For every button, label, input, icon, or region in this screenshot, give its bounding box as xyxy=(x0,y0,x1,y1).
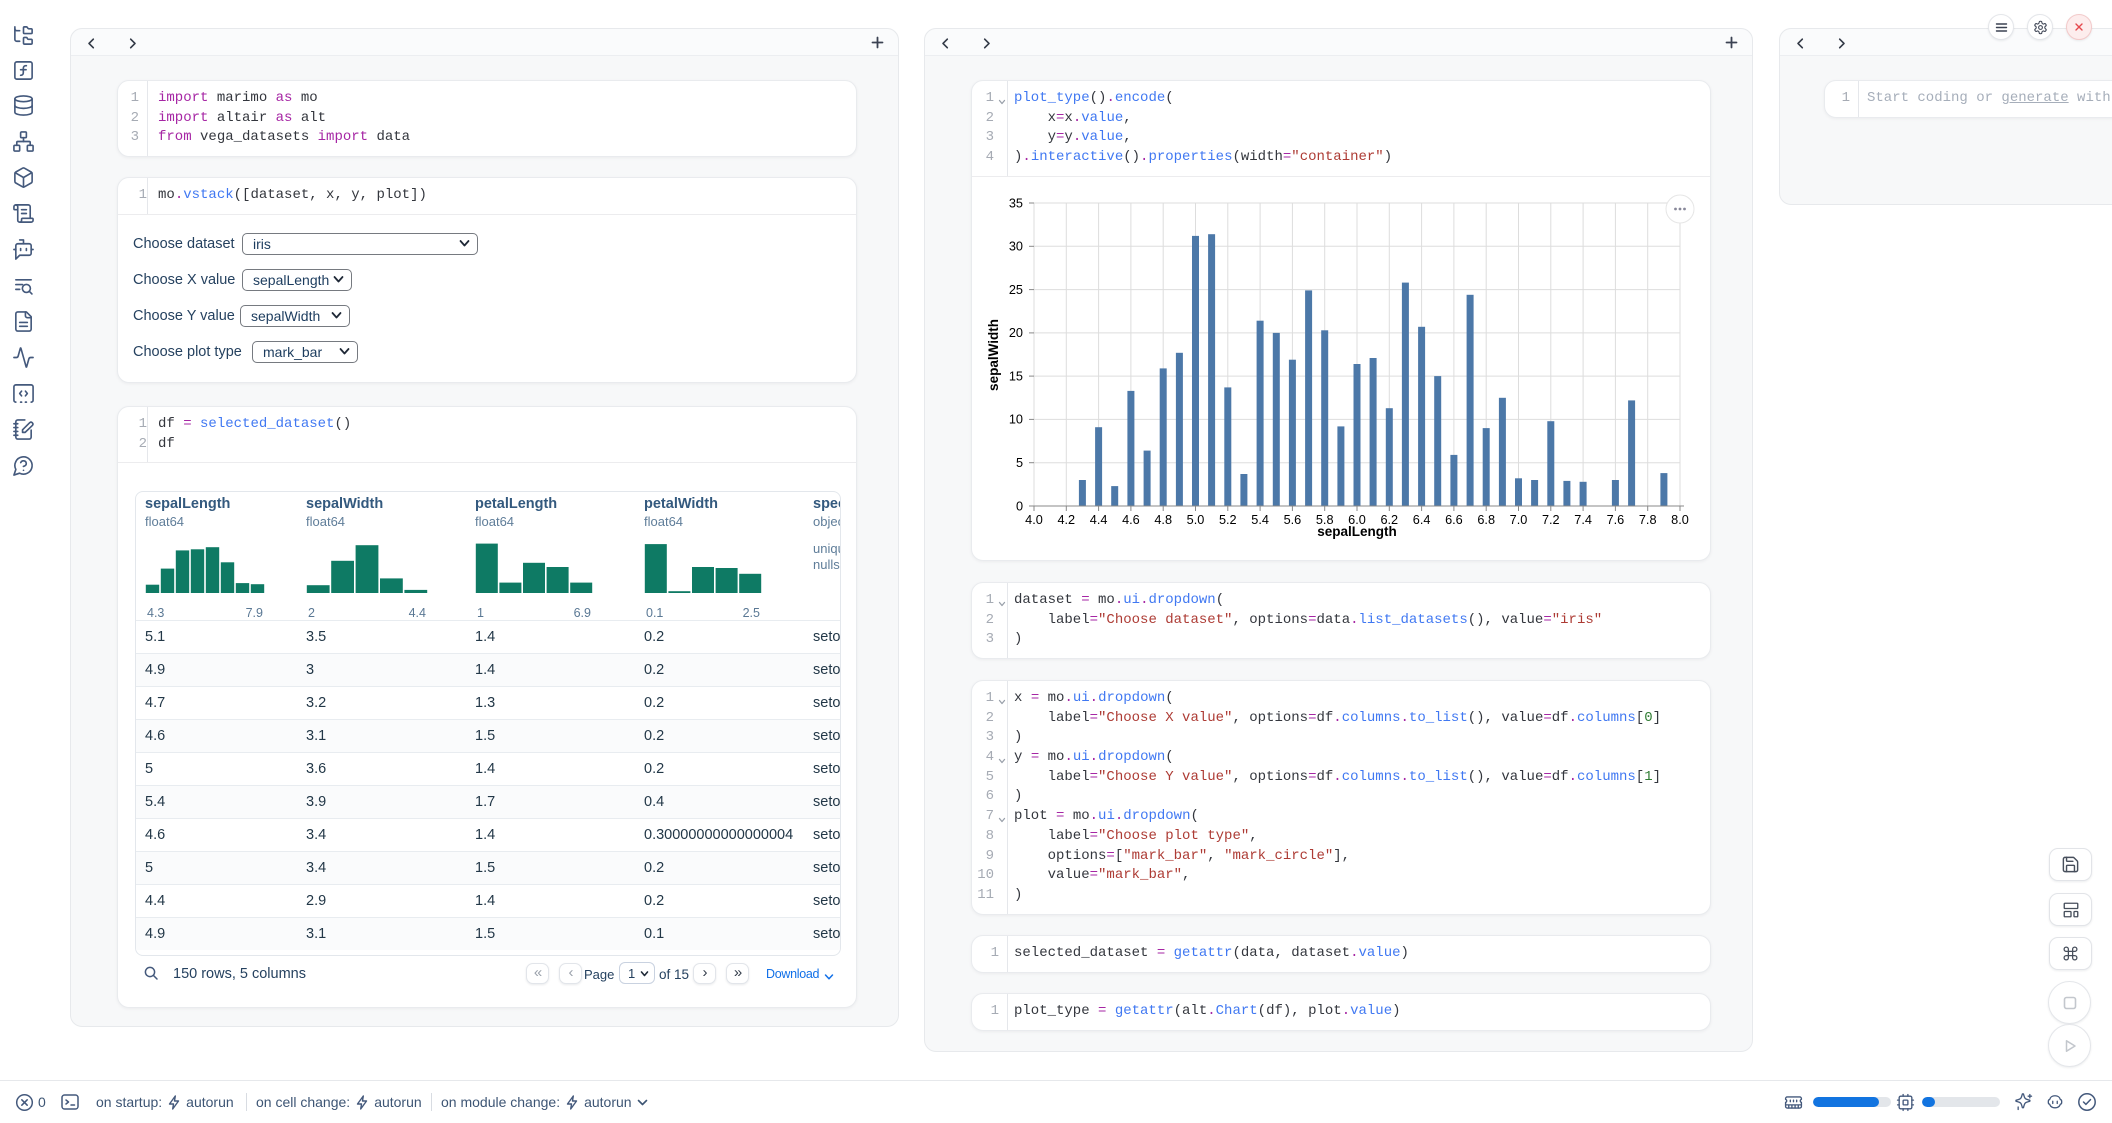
svg-text:6.6: 6.6 xyxy=(1445,513,1463,527)
svg-text:5.2: 5.2 xyxy=(1219,513,1237,527)
svg-text:7.0: 7.0 xyxy=(1510,513,1528,527)
svg-text:0: 0 xyxy=(1016,499,1023,513)
svg-text:7.2: 7.2 xyxy=(1542,513,1560,527)
svg-text:30: 30 xyxy=(1009,239,1023,253)
svg-text:5: 5 xyxy=(1016,456,1023,470)
svg-text:7.6: 7.6 xyxy=(1607,513,1625,527)
svg-text:sepalLength: sepalLength xyxy=(1317,524,1397,539)
svg-text:4.8: 4.8 xyxy=(1154,513,1172,527)
svg-text:sepalWidth: sepalWidth xyxy=(986,319,1001,391)
svg-text:10: 10 xyxy=(1009,412,1023,426)
svg-text:35: 35 xyxy=(1009,196,1023,210)
svg-text:4.6: 4.6 xyxy=(1122,513,1140,527)
svg-text:5.0: 5.0 xyxy=(1187,513,1205,527)
svg-text:7.8: 7.8 xyxy=(1639,513,1657,527)
svg-text:8.0: 8.0 xyxy=(1671,513,1689,527)
svg-text:4.0: 4.0 xyxy=(1025,513,1043,527)
svg-text:4.4: 4.4 xyxy=(1090,513,1108,527)
svg-text:15: 15 xyxy=(1009,369,1023,383)
svg-text:4.2: 4.2 xyxy=(1057,513,1075,527)
svg-text:6.8: 6.8 xyxy=(1477,513,1495,527)
svg-text:5.4: 5.4 xyxy=(1251,513,1269,527)
svg-text:5.6: 5.6 xyxy=(1284,513,1302,527)
svg-text:20: 20 xyxy=(1009,326,1023,340)
svg-text:7.4: 7.4 xyxy=(1574,513,1592,527)
svg-text:6.4: 6.4 xyxy=(1413,513,1431,527)
svg-text:25: 25 xyxy=(1009,283,1023,297)
